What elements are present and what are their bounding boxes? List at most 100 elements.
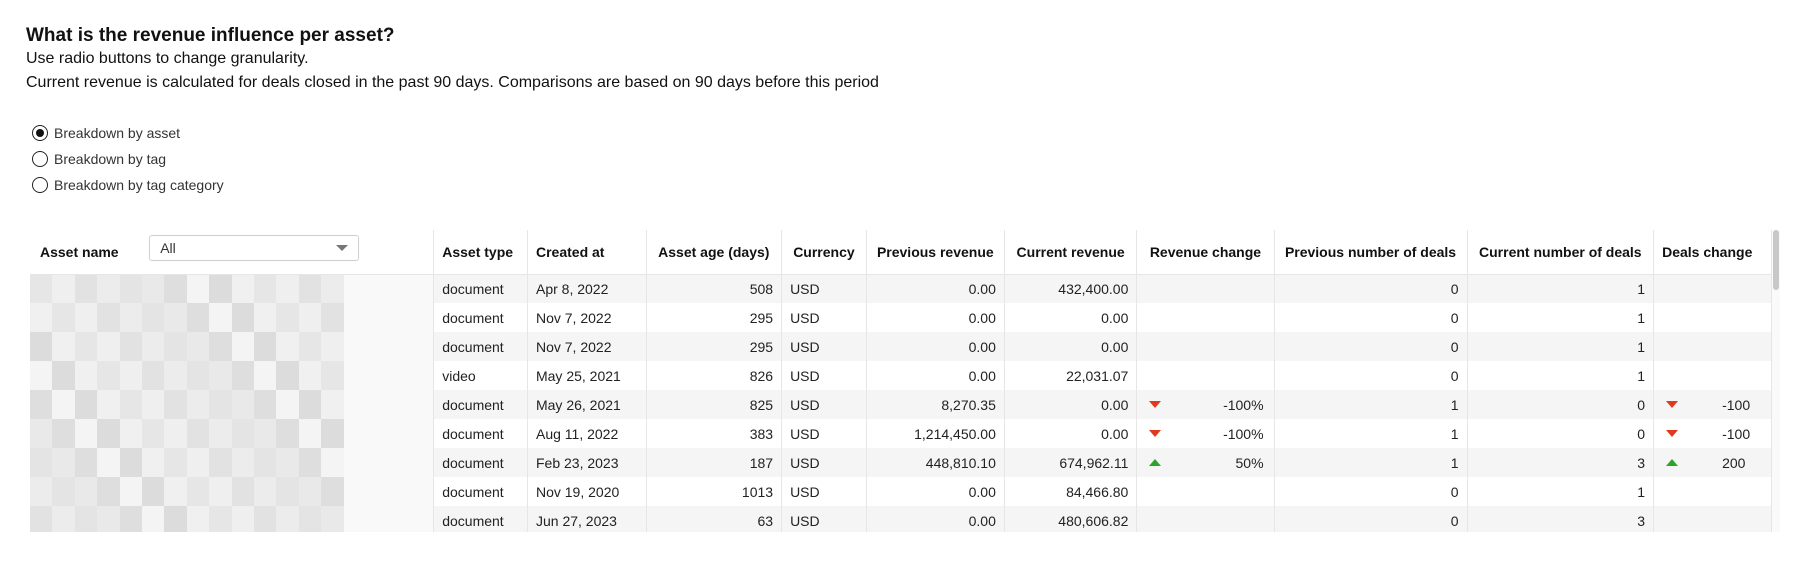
cell-deals-change	[1653, 361, 1772, 390]
cell-previous-deals: 0	[1274, 477, 1468, 506]
cell-asset-type: document	[433, 332, 528, 361]
vertical-scrollbar[interactable]	[1772, 230, 1780, 532]
column-header-current-revenue[interactable]: Current revenue	[1004, 230, 1138, 275]
radio-breakdown-by-tag[interactable]: Breakdown by tag	[32, 146, 224, 172]
cell-previous-deals: 1	[1274, 448, 1468, 477]
cell-current-deals: 3	[1467, 448, 1655, 477]
cell-previous-deals: 0	[1274, 274, 1468, 303]
cell-currency: USD	[781, 390, 867, 419]
cell-asset-type: document	[433, 390, 528, 419]
cell-asset-age: 826	[646, 361, 783, 390]
cell-current-revenue: 84,466.80	[1004, 477, 1138, 506]
cell-asset-name-redacted	[30, 361, 435, 390]
column-header-revenue-change[interactable]: Revenue change	[1136, 230, 1275, 275]
cell-asset-type: document	[433, 303, 528, 332]
cell-current-deals: 1	[1467, 477, 1655, 506]
asset-filter-select[interactable]: All	[149, 234, 360, 261]
table-row[interactable]: document Nov 7, 2022 295 USD 0.00 0.00 0 1	[30, 303, 1772, 332]
redacted-blur	[30, 419, 433, 448]
revenue-table: Asset name All Asset type Created at Ass…	[30, 230, 1772, 532]
table-row[interactable]: document Feb 23, 2023 187 USD 448,810.10 674,…	[30, 448, 1772, 477]
page-title: What is the revenue influence per asset?	[26, 25, 395, 46]
cell-current-revenue: 22,031.07	[1004, 361, 1138, 390]
column-header-created-at[interactable]: Created at	[527, 230, 647, 275]
cell-previous-deals: 0	[1274, 303, 1468, 332]
cell-previous-deals: 0	[1274, 332, 1468, 361]
table-row[interactable]: document Aug 11, 2022 383 USD 1,214,450.00 0.…	[30, 419, 1772, 448]
cell-created-at: Aug 11, 2022	[527, 419, 647, 448]
cell-asset-age: 295	[646, 303, 783, 332]
chevron-down-icon	[336, 244, 349, 251]
table-row[interactable]: document Nov 7, 2022 295 USD 0.00 0.00 0 1	[30, 332, 1772, 361]
table-row[interactable]: video May 25, 2021 826 USD 0.00 22,031.07 0 1	[30, 361, 1772, 390]
cell-previous-revenue: 0.00	[866, 274, 1005, 303]
table-header-row: Asset name All Asset type Created at Ass…	[30, 230, 1772, 275]
cell-previous-deals: 0	[1274, 361, 1468, 390]
table-row[interactable]: document Apr 8, 2022 508 USD 0.00 432,400.00 0…	[30, 274, 1772, 303]
page-subtitle: Use radio buttons to change granularity.	[26, 50, 309, 67]
trend-down-icon	[1666, 401, 1679, 408]
revenue-table-container[interactable]: Asset name All Asset type Created at Ass…	[30, 230, 1772, 532]
radio-breakdown-by-asset[interactable]: Breakdown by asset	[32, 120, 224, 146]
column-header-asset-age[interactable]: Asset age (days)	[646, 230, 783, 275]
cell-previous-revenue: 1,214,450.00	[866, 419, 1005, 448]
cell-asset-type: video	[433, 361, 528, 390]
cell-current-revenue: 0.00	[1004, 419, 1138, 448]
revenue-change-value: -100%	[1223, 396, 1264, 413]
radio-checked-icon[interactable]	[32, 125, 48, 141]
cell-asset-name-redacted	[30, 390, 435, 419]
redacted-blur	[30, 506, 433, 532]
cell-currency: USD	[781, 448, 867, 477]
cell-asset-type: document	[433, 419, 528, 448]
cell-asset-name-redacted	[30, 506, 435, 532]
cell-previous-revenue: 448,810.10	[866, 448, 1005, 477]
revenue-change-value: 50%	[1235, 454, 1264, 471]
cell-asset-age: 825	[646, 390, 783, 419]
column-header-label: Asset name	[40, 243, 119, 260]
cell-current-revenue: 432,400.00	[1004, 274, 1138, 303]
cell-created-at: Nov 7, 2022	[527, 303, 647, 332]
cell-current-revenue: 0.00	[1004, 303, 1138, 332]
radio-breakdown-by-tag-category[interactable]: Breakdown by tag category	[32, 172, 224, 198]
radio-unchecked-icon[interactable]	[32, 151, 48, 167]
table-row[interactable]: document Nov 19, 2020 1013 USD 0.00 84,466.80…	[30, 477, 1772, 506]
cell-previous-revenue: 0.00	[866, 361, 1005, 390]
cell-revenue-change: -100%	[1136, 390, 1275, 419]
table-row[interactable]: document Jun 27, 2023 63 USD 0.00 480,606.82 0…	[30, 506, 1772, 532]
cell-current-deals: 0	[1467, 419, 1655, 448]
column-header-currency[interactable]: Currency	[781, 230, 867, 275]
cell-currency: USD	[781, 361, 867, 390]
column-header-previous-deals[interactable]: Previous number of deals	[1274, 230, 1468, 275]
cell-previous-deals: 0	[1274, 506, 1468, 532]
column-header-deals-change[interactable]: Deals change	[1653, 230, 1772, 275]
column-header-previous-revenue[interactable]: Previous revenue	[866, 230, 1005, 275]
radio-unchecked-icon[interactable]	[32, 177, 48, 193]
cell-asset-age: 1013	[646, 477, 783, 506]
scrollbar-thumb[interactable]	[1773, 230, 1779, 290]
cell-revenue-change	[1136, 332, 1275, 361]
cell-asset-type: document	[433, 274, 528, 303]
cell-deals-change	[1653, 332, 1772, 361]
cell-current-revenue: 0.00	[1004, 390, 1138, 419]
cell-current-revenue: 674,962.11	[1004, 448, 1138, 477]
cell-current-deals: 1	[1467, 303, 1655, 332]
column-header-asset-type[interactable]: Asset type	[433, 230, 528, 275]
cell-deals-change: -100	[1653, 419, 1772, 448]
table-row[interactable]: document May 26, 2021 825 USD 8,270.35 0.00 -1…	[30, 390, 1772, 419]
radio-label: Breakdown by asset	[54, 125, 181, 141]
redacted-blur	[30, 361, 433, 390]
granularity-radio-group: Breakdown by asset Breakdown by tag Brea…	[32, 120, 224, 198]
trend-up-icon	[1149, 459, 1162, 466]
redacted-blur	[30, 303, 433, 332]
cell-created-at: Nov 7, 2022	[527, 332, 647, 361]
column-header-current-deals[interactable]: Current number of deals	[1467, 230, 1655, 275]
cell-currency: USD	[781, 419, 867, 448]
cell-asset-type: document	[433, 506, 528, 532]
cell-currency: USD	[781, 477, 867, 506]
trend-down-icon	[1666, 430, 1679, 437]
redacted-blur	[30, 477, 433, 506]
cell-current-revenue: 0.00	[1004, 332, 1138, 361]
redacted-blur	[30, 274, 433, 303]
cell-current-deals: 1	[1467, 274, 1655, 303]
revenue-change-value: -100%	[1223, 425, 1264, 442]
